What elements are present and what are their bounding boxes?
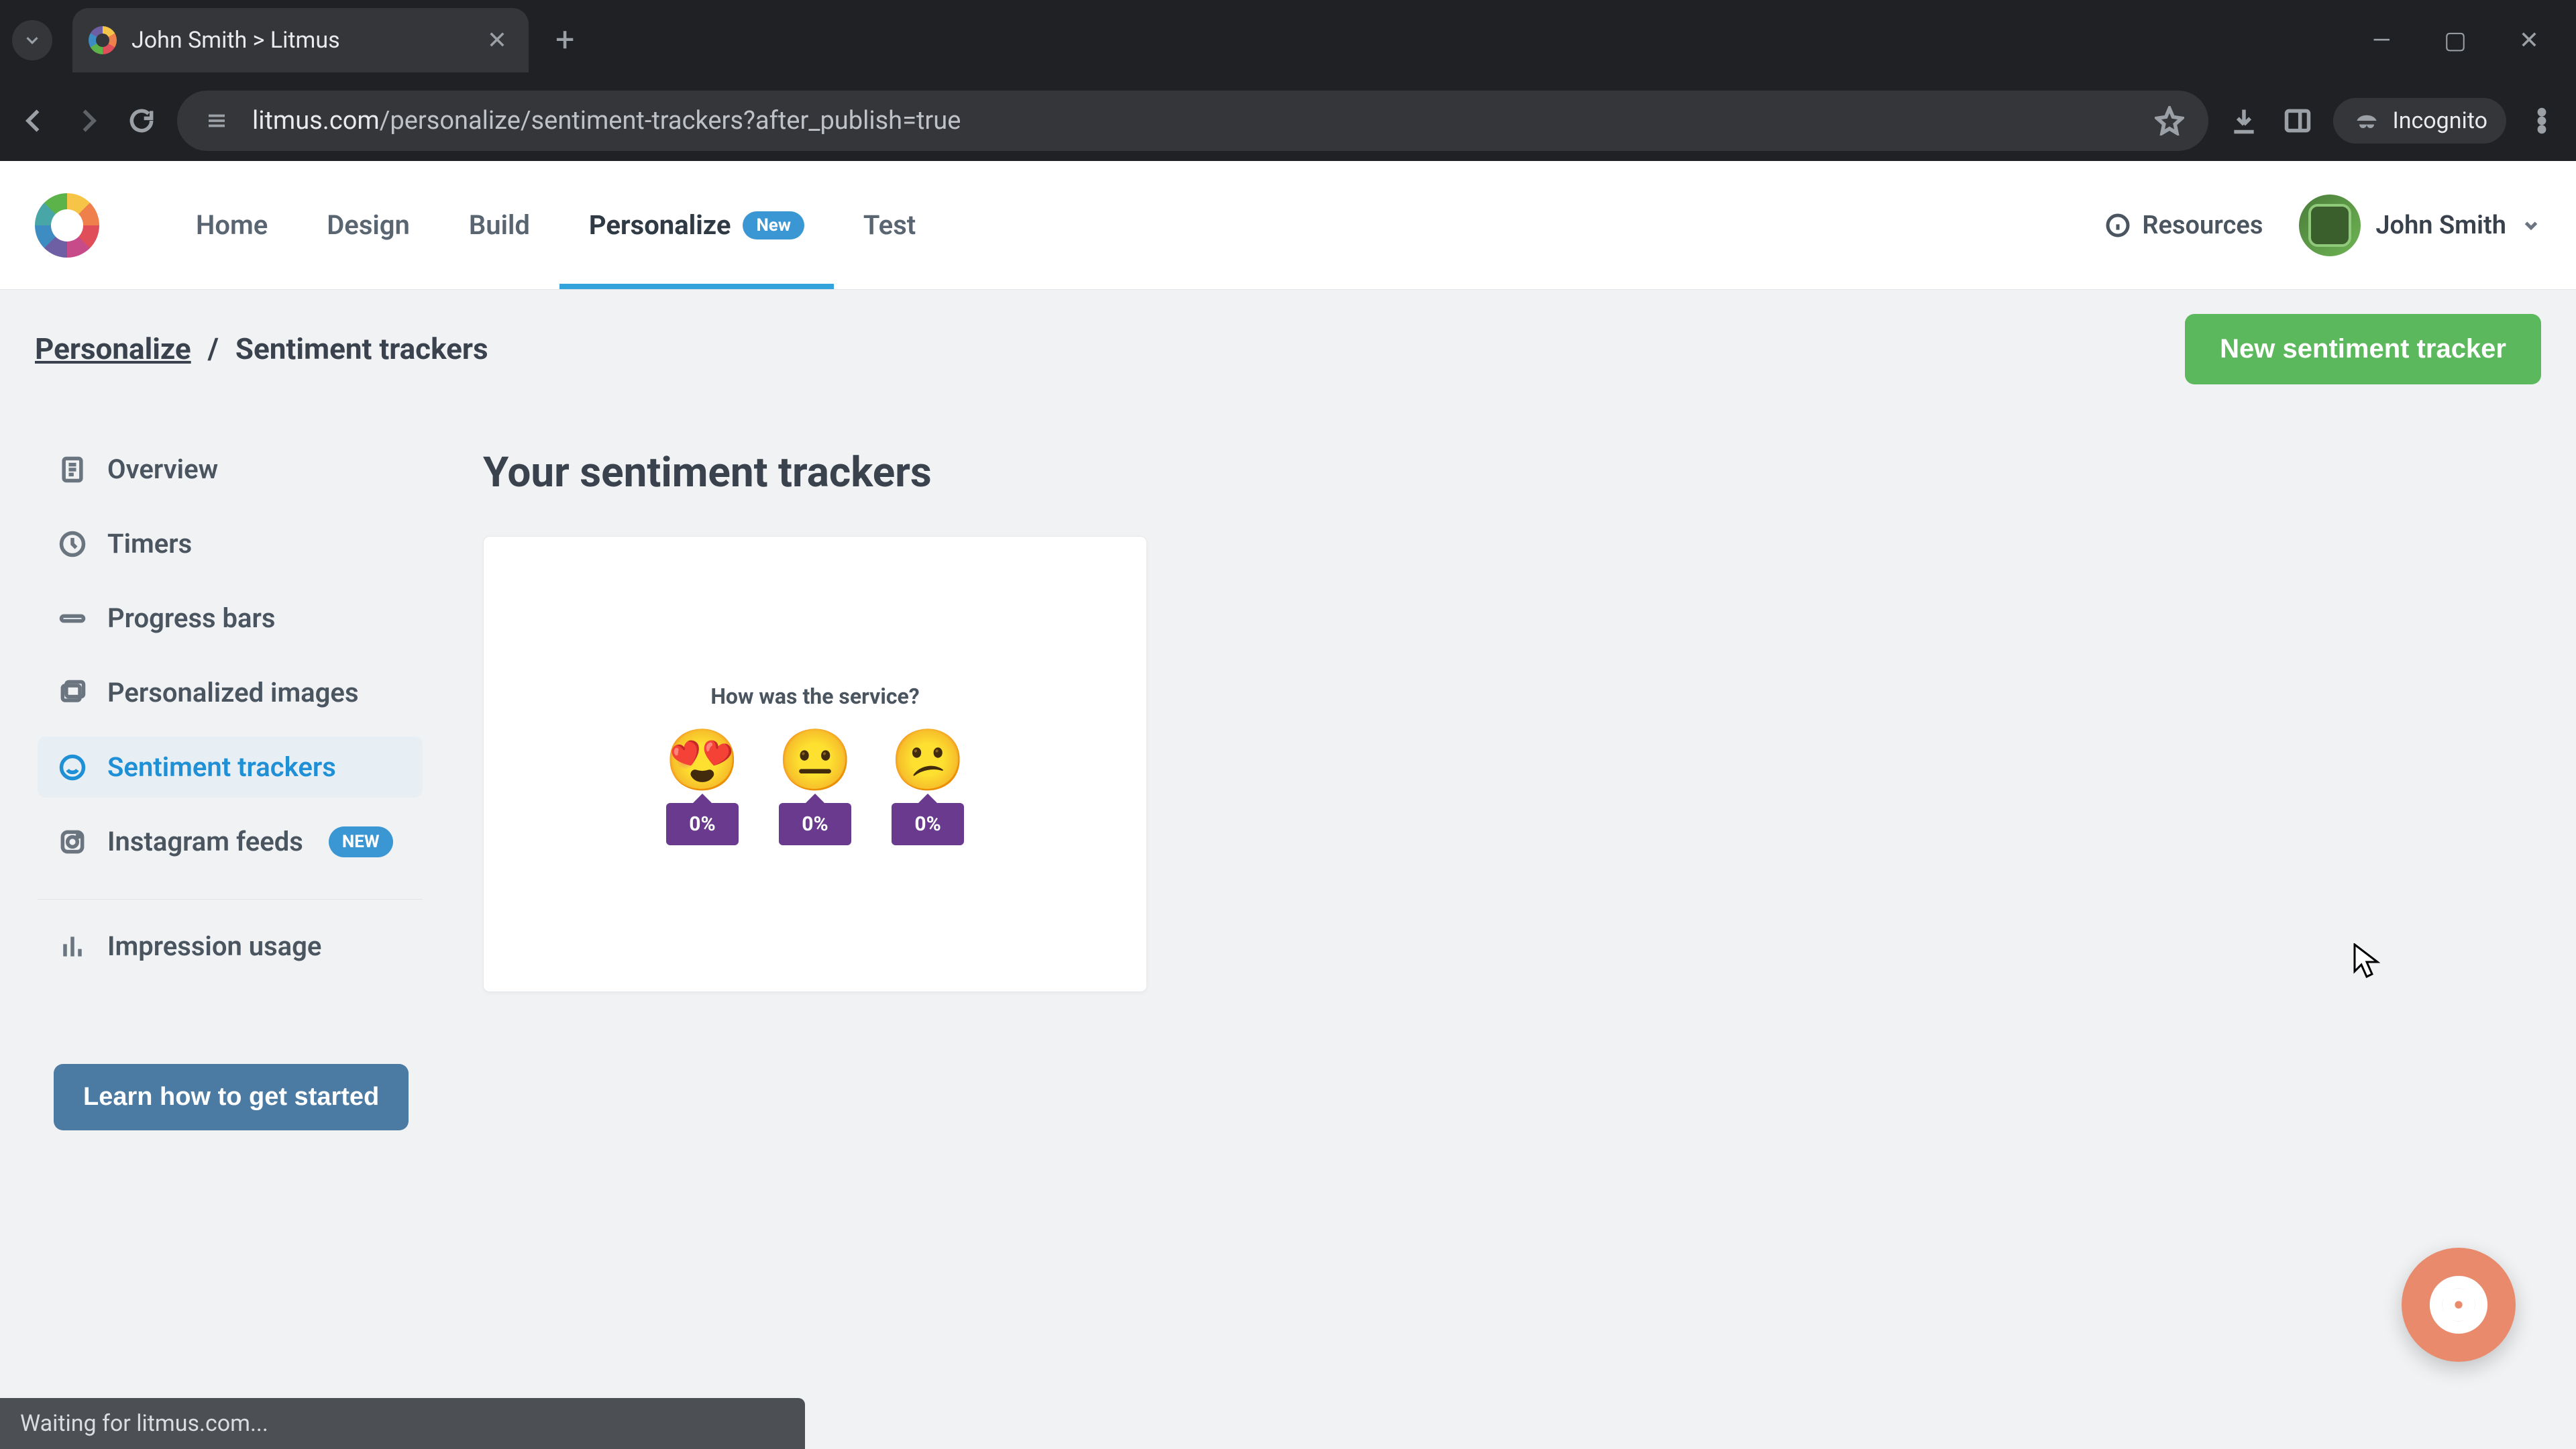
sidebar-item-overview[interactable]: Overview xyxy=(38,439,423,500)
neutral-emoji-icon: 😐 xyxy=(777,731,853,791)
nav-design[interactable]: Design xyxy=(297,161,439,289)
emoji-row: 😍 0% 😐 0% 😕 0% xyxy=(665,731,965,845)
chevron-down-icon xyxy=(2521,215,2541,235)
nav-personalize-badge: New xyxy=(743,211,804,239)
back-button[interactable] xyxy=(16,103,52,139)
browser-chrome: John Smith > Litmus ✕ + — ▢ ✕ litmus.com… xyxy=(0,0,2576,161)
images-icon xyxy=(58,678,87,708)
downloads-icon[interactable] xyxy=(2226,103,2262,139)
mouse-cursor-icon xyxy=(2353,943,2380,978)
heart-eyes-emoji-icon: 😍 xyxy=(665,731,740,791)
address-bar: litmus.com/personalize/sentiment-tracker… xyxy=(0,80,2576,161)
user-name: John Smith xyxy=(2375,211,2506,240)
sidebar-item-progress-bars[interactable]: Progress bars xyxy=(38,588,423,649)
sidebar-item-impression-usage[interactable]: Impression usage xyxy=(38,916,423,977)
help-fab-button[interactable] xyxy=(2402,1248,2516,1362)
tab-search-button[interactable] xyxy=(12,20,52,60)
maximize-button[interactable]: ▢ xyxy=(2442,27,2469,54)
sentiment-tracker-card[interactable]: How was the service? 😍 0% 😐 0% 😕 0% xyxy=(483,536,1147,992)
url-text: litmus.com/personalize/sentiment-tracker… xyxy=(252,106,961,136)
tab-close-icon[interactable]: ✕ xyxy=(484,26,510,54)
nav-personalize[interactable]: Personalize New xyxy=(559,161,834,289)
page-title: Your sentiment trackers xyxy=(483,448,2536,497)
card-question: How was the service? xyxy=(710,684,919,709)
new-sentiment-tracker-button[interactable]: New sentiment tracker xyxy=(2185,314,2541,384)
browser-menu-button[interactable] xyxy=(2524,103,2560,139)
nav-home[interactable]: Home xyxy=(166,161,297,289)
emoji-pct-2: 0% xyxy=(779,803,851,845)
favicon-icon xyxy=(89,26,117,54)
nav-build[interactable]: Build xyxy=(439,161,559,289)
resources-link[interactable]: Resources xyxy=(2104,211,2263,240)
breadcrumb-current: Sentiment trackers xyxy=(235,331,488,366)
main-content: Your sentiment trackers How was the serv… xyxy=(443,408,2576,1449)
site-settings-icon[interactable] xyxy=(201,105,232,136)
bar-chart-icon xyxy=(58,932,87,961)
new-tab-button[interactable]: + xyxy=(555,21,574,60)
nav-test[interactable]: Test xyxy=(834,161,945,289)
user-menu[interactable]: John Smith xyxy=(2299,195,2541,256)
breadcrumb-root[interactable]: Personalize xyxy=(35,331,191,366)
emoji-option-2: 😐 0% xyxy=(777,731,853,845)
sidebar-item-sentiment-trackers[interactable]: Sentiment trackers xyxy=(38,737,423,798)
browser-tab[interactable]: John Smith > Litmus ✕ xyxy=(72,8,529,72)
litmus-logo-icon[interactable] xyxy=(35,193,99,258)
minimize-button[interactable]: — xyxy=(2368,27,2395,54)
progress-bar-icon xyxy=(58,604,87,633)
app-header: Home Design Build Personalize New Test R… xyxy=(0,161,2576,290)
instagram-icon xyxy=(58,827,87,857)
forward-button[interactable] xyxy=(70,103,106,139)
reload-button[interactable] xyxy=(123,103,160,139)
incognito-badge[interactable]: Incognito xyxy=(2333,98,2506,144)
side-panel-icon[interactable] xyxy=(2279,103,2316,139)
tab-strip: John Smith > Litmus ✕ + — ▢ ✕ xyxy=(0,0,2576,80)
page-body: Overview Timers Progress bars Personaliz… xyxy=(0,408,2576,1449)
smile-icon xyxy=(58,753,87,782)
tab-title: John Smith > Litmus xyxy=(131,27,470,54)
avatar xyxy=(2299,195,2361,256)
browser-status-bar: Waiting for litmus.com... xyxy=(0,1398,805,1449)
breadcrumb-bar: Personalize / Sentiment trackers New sen… xyxy=(0,290,2576,408)
sidebar-item-instagram-feeds[interactable]: Instagram feeds NEW xyxy=(38,811,423,872)
confused-emoji-icon: 😕 xyxy=(890,731,965,791)
sidebar-divider xyxy=(38,899,423,900)
close-window-button[interactable]: ✕ xyxy=(2516,27,2542,54)
life-ring-icon xyxy=(2428,1275,2489,1335)
emoji-pct-1: 0% xyxy=(666,803,738,845)
emoji-option-3: 😕 0% xyxy=(890,731,965,845)
document-icon xyxy=(58,455,87,484)
learn-get-started-button[interactable]: Learn how to get started xyxy=(54,1064,409,1130)
omnibox[interactable]: litmus.com/personalize/sentiment-tracker… xyxy=(177,91,2208,151)
clock-icon xyxy=(58,529,87,559)
sidebar: Overview Timers Progress bars Personaliz… xyxy=(0,408,443,1449)
breadcrumb: Personalize / Sentiment trackers xyxy=(35,331,488,366)
emoji-pct-3: 0% xyxy=(892,803,963,845)
emoji-option-1: 😍 0% xyxy=(665,731,740,845)
sidebar-item-personalized-images[interactable]: Personalized images xyxy=(38,662,423,723)
sidebar-badge-new: NEW xyxy=(329,826,393,857)
window-controls: — ▢ ✕ xyxy=(2368,27,2576,54)
bookmark-star-icon[interactable] xyxy=(2155,106,2184,136)
main-nav: Home Design Build Personalize New Test xyxy=(166,161,945,289)
sidebar-item-timers[interactable]: Timers xyxy=(38,513,423,574)
